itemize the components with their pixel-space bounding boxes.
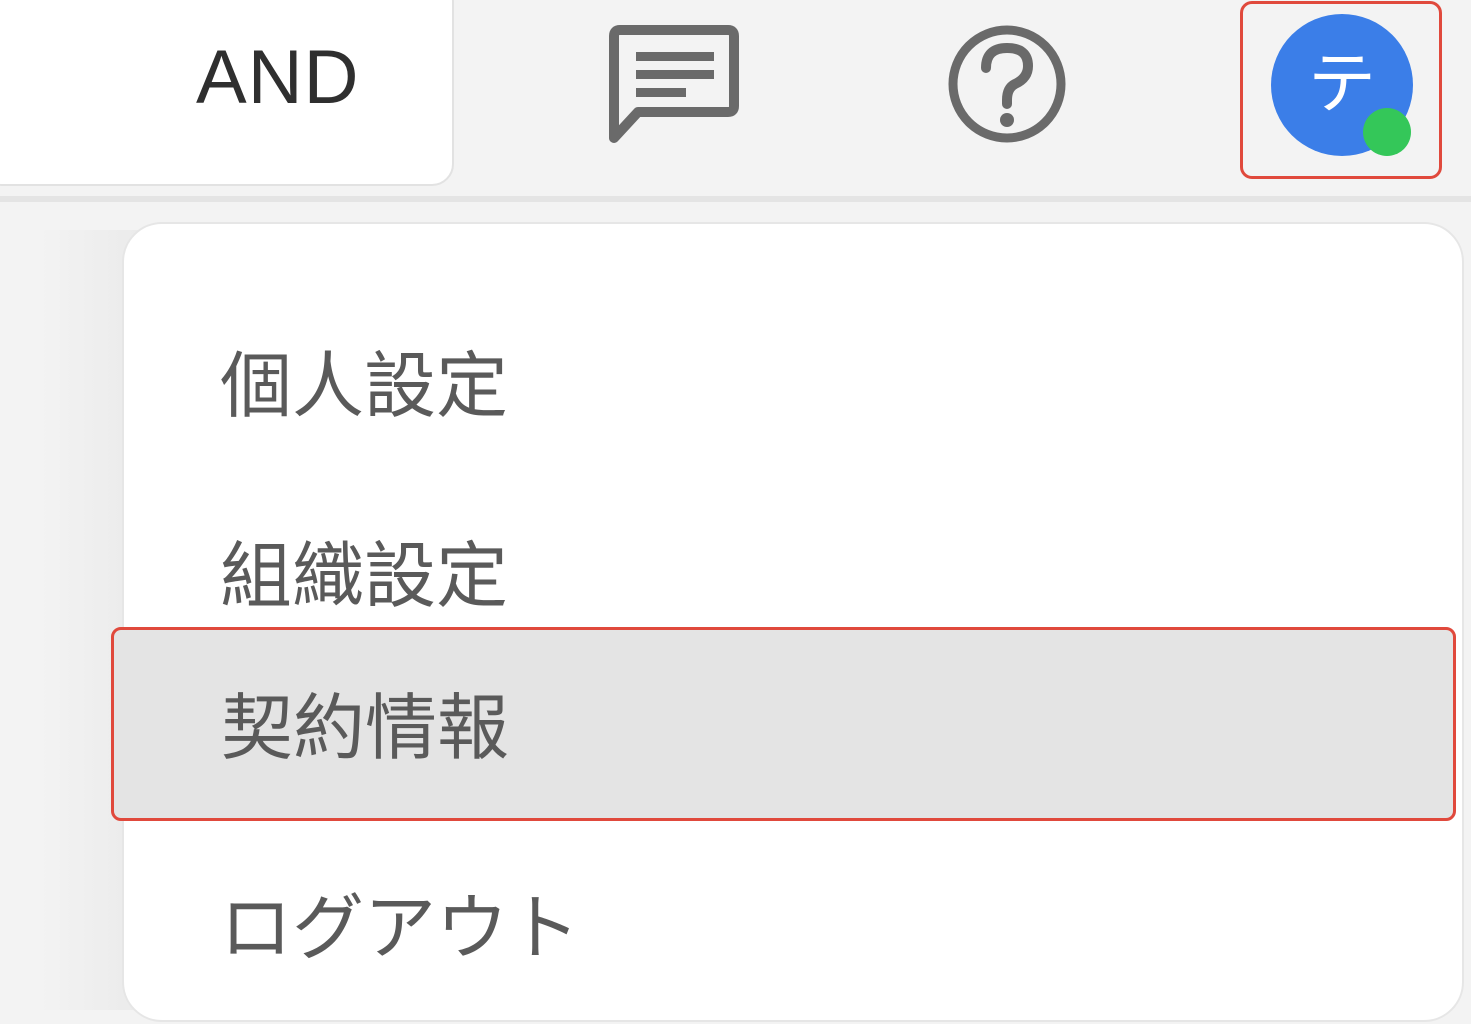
online-status-dot — [1363, 108, 1411, 156]
top-header: AND テ — [0, 0, 1471, 196]
help-circle-icon[interactable] — [940, 20, 1074, 150]
chat-bubble-icon[interactable] — [606, 20, 740, 146]
menu-item-label: 個人設定 — [220, 344, 509, 428]
menu-item-label: 契約情報 — [221, 686, 510, 770]
user-dropdown-menu: 個人設定 組織設定 ログアウト — [122, 222, 1464, 1022]
search-mode-label: AND — [196, 35, 360, 120]
user-avatar-button[interactable]: テ — [1240, 1, 1442, 179]
header-divider — [0, 196, 1471, 202]
menu-item-label: 組織設定 — [220, 534, 509, 618]
menu-item-label: ログアウト — [220, 886, 581, 970]
menu-item-personal-settings[interactable]: 個人設定 — [124, 304, 1462, 464]
menu-item-contract-info[interactable]: 契約情報 — [111, 627, 1456, 821]
menu-item-logout[interactable]: ログアウト — [124, 874, 1462, 1024]
